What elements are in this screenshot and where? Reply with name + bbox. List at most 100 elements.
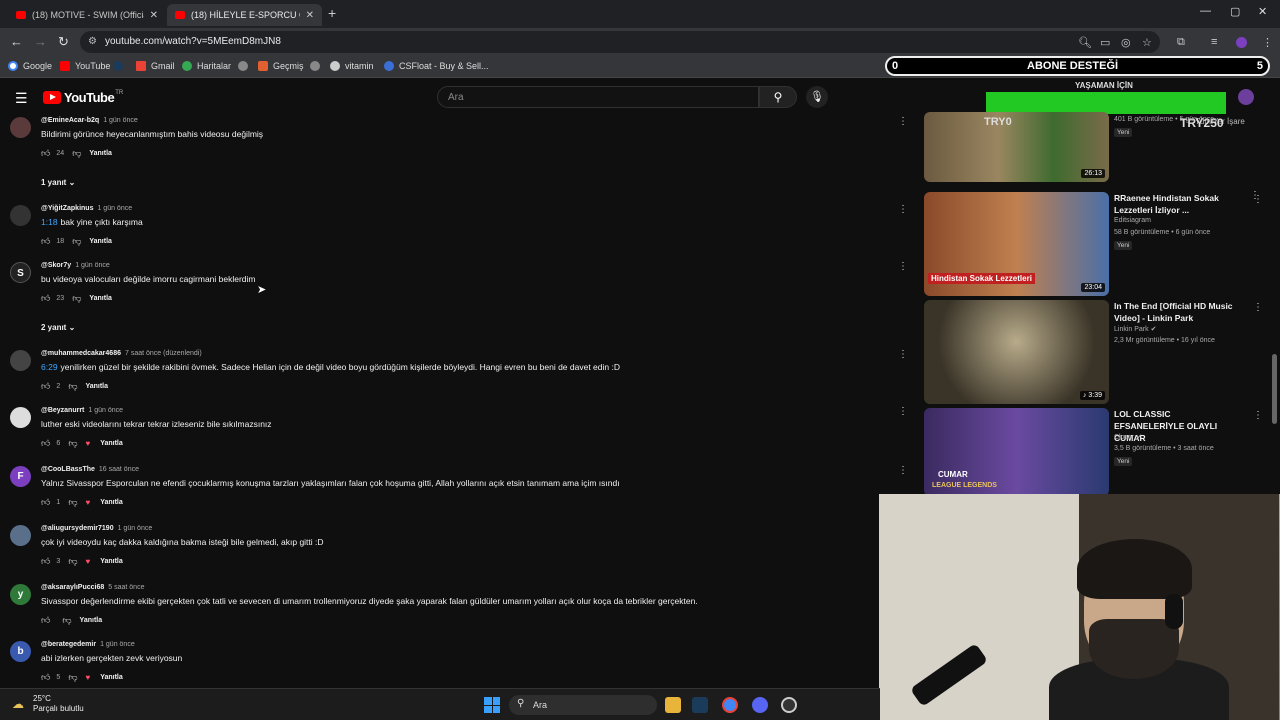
back-icon[interactable]: ← — [10, 34, 23, 49]
comment-author[interactable]: @YiğitZapkinus — [41, 205, 93, 212]
reply-button[interactable]: Yanıtla — [89, 295, 112, 302]
comment-time[interactable]: 5 saat önce — [108, 584, 144, 591]
dislike-icon[interactable]: 👎︎ — [72, 236, 81, 247]
comment-author[interactable]: @Beyzanurrt — [41, 407, 84, 414]
dislike-icon[interactable]: 👎︎ — [68, 381, 77, 392]
comment-avatar[interactable] — [10, 350, 31, 371]
bookmark-globe-2[interactable] — [310, 61, 325, 71]
replies-toggle[interactable]: 1 yanıt ⌄ — [41, 178, 75, 187]
like-icon[interactable]: 👍︎ — [41, 293, 50, 304]
video-thumbnail[interactable]: CUMAR LEAGUE LEGENDS — [924, 408, 1109, 496]
site-info-icon[interactable]: ⚙ — [88, 36, 97, 47]
close-window-icon[interactable]: ✕ — [1258, 5, 1267, 18]
timestamp-link[interactable]: 1:18 — [41, 217, 58, 227]
taskbar-search[interactable]: ⚲ Ara — [509, 695, 657, 715]
forward-icon[interactable]: → — [34, 34, 47, 49]
bookmark-maps[interactable]: Haritalar — [182, 61, 231, 71]
like-icon[interactable]: 👍︎ — [41, 236, 50, 247]
dislike-icon[interactable]: 👎︎ — [68, 497, 77, 508]
comment-author[interactable]: @muhammedcakar4686 — [41, 350, 121, 357]
eye-off-icon[interactable]: ◎ — [1121, 36, 1131, 49]
file-explorer-icon[interactable] — [665, 697, 681, 713]
video-thumbnail[interactable]: Hindistan Sokak Lezzetleri 23:04 — [924, 192, 1109, 296]
dislike-icon[interactable]: 👎︎ — [68, 672, 77, 683]
reply-button[interactable]: Yanıtla — [100, 558, 123, 565]
weather-icon[interactable]: ☁ — [12, 697, 24, 711]
maximize-icon[interactable]: ▢ — [1230, 5, 1240, 18]
comment-menu-icon[interactable]: ⋮ — [898, 406, 908, 417]
browser-tab-active[interactable]: (18) HİLEYLE E-SPORCU OLDUM ✕ — [167, 4, 322, 26]
like-icon[interactable]: 👍︎ — [41, 672, 50, 683]
comment-author[interactable]: @CooLBassThe — [41, 466, 95, 473]
youtube-logo[interactable]: YouTube TR — [43, 90, 123, 105]
search-button[interactable]: ⚲ — [759, 86, 797, 108]
like-icon[interactable]: 👍︎ — [41, 556, 50, 567]
comment-time[interactable]: 7 saat önce (düzenlendi) — [125, 350, 202, 357]
comment-avatar[interactable] — [10, 205, 31, 226]
bookmark-history[interactable]: Geçmiş — [258, 61, 304, 71]
reply-button[interactable]: Yanıtla — [100, 499, 123, 506]
comment-avatar[interactable] — [10, 525, 31, 546]
chrome-icon[interactable] — [722, 697, 738, 713]
bookmark-star-icon[interactable]: ☆ — [1142, 36, 1152, 49]
comment-author[interactable]: @Skor7y — [41, 262, 71, 269]
bookmark-vitamin[interactable]: vitamin — [330, 61, 374, 71]
comment-time[interactable]: 1 gün önce — [100, 641, 135, 648]
like-icon[interactable]: 👍︎ — [41, 615, 50, 626]
comment-avatar[interactable]: S — [10, 262, 31, 283]
reply-button[interactable]: Yanıtla — [100, 674, 123, 681]
replies-toggle[interactable]: 2 yanıt ⌄ — [41, 323, 75, 332]
browser-menu-icon[interactable]: ⋮ — [1262, 36, 1273, 49]
dislike-icon[interactable]: 👎︎ — [72, 148, 81, 159]
comment-menu-icon[interactable]: ⋮ — [898, 261, 908, 272]
video-menu-icon[interactable]: ⋮ — [1253, 302, 1263, 313]
browser-tab[interactable]: (18) MOTIVE - SWIM (Official M ✕ — [8, 4, 166, 26]
comment-menu-icon[interactable]: ⋮ — [898, 116, 908, 127]
reply-button[interactable]: Yanıtla — [89, 150, 112, 157]
cast-icon[interactable]: ▭ — [1100, 36, 1110, 49]
discord-icon[interactable] — [752, 697, 768, 713]
comment-author[interactable]: @EmineAcar-b2q — [41, 117, 99, 124]
voice-search-button[interactable]: 🎙︎ — [806, 86, 828, 108]
close-tab-icon[interactable]: ✕ — [306, 10, 314, 21]
page-scrollbar[interactable] — [1272, 354, 1277, 424]
address-bar[interactable]: ⚙ youtube.com/watch?v=5MEemD8mJN8 — [80, 31, 1160, 53]
like-icon[interactable]: 👍︎ — [41, 381, 50, 392]
dislike-icon[interactable]: 👎︎ — [68, 556, 77, 567]
comment-avatar[interactable]: b — [10, 641, 31, 662]
comment-menu-icon[interactable]: ⋮ — [898, 204, 908, 215]
video-thumbnail[interactable]: ♪ 3:39 — [924, 300, 1109, 404]
close-tab-icon[interactable]: ✕ — [150, 10, 158, 21]
channel-name[interactable]: Closer ✔ — [1114, 433, 1142, 441]
video-thumbnail[interactable]: TRY0 TRY250 26:13 — [924, 112, 1109, 182]
comment-menu-icon[interactable]: ⋮ — [898, 465, 908, 476]
comment-time[interactable]: 1 gün önce — [88, 407, 123, 414]
timestamp-link[interactable]: 6:29 — [41, 362, 58, 372]
comment-avatar[interactable] — [10, 407, 31, 428]
comment-time[interactable]: 1 gün önce — [103, 117, 138, 124]
reply-button[interactable]: Yanıtla — [85, 383, 108, 390]
comment-time[interactable]: 1 gün önce — [118, 525, 153, 532]
comment-menu-icon[interactable]: ⋮ — [898, 349, 908, 360]
comment-avatar[interactable]: y — [10, 584, 31, 605]
minimize-icon[interactable]: — — [1200, 5, 1211, 17]
bookmark-globe[interactable] — [238, 61, 253, 71]
like-icon[interactable]: 👍︎ — [41, 497, 50, 508]
dislike-icon[interactable]: 👎︎ — [62, 615, 71, 626]
comment-time[interactable]: 16 saat önce — [99, 466, 139, 473]
steam-icon[interactable] — [692, 697, 708, 713]
menu-icon[interactable]: ☰ — [15, 90, 28, 107]
comment-author[interactable]: @aksaraylıPucci68 — [41, 584, 104, 591]
comment-time[interactable]: 1 gün önce — [97, 205, 132, 212]
reply-button[interactable]: Yanıtla — [80, 617, 103, 624]
bookmark-youtube[interactable]: YouTube — [60, 61, 110, 71]
like-icon[interactable]: 👍︎ — [41, 148, 50, 159]
profile-avatar[interactable] — [1236, 37, 1247, 48]
reload-icon[interactable]: ↻ — [58, 34, 69, 50]
video-title[interactable]: In The End [Official HD Music Video] - L… — [1114, 300, 1234, 324]
comment-author[interactable]: @berategedemir — [41, 641, 96, 648]
reply-button[interactable]: Yanıtla — [89, 238, 112, 245]
video-menu-icon[interactable]: ⋮ — [1250, 190, 1260, 201]
bookmark-google[interactable]: Google — [8, 61, 52, 71]
dislike-icon[interactable]: 👎︎ — [72, 293, 81, 304]
